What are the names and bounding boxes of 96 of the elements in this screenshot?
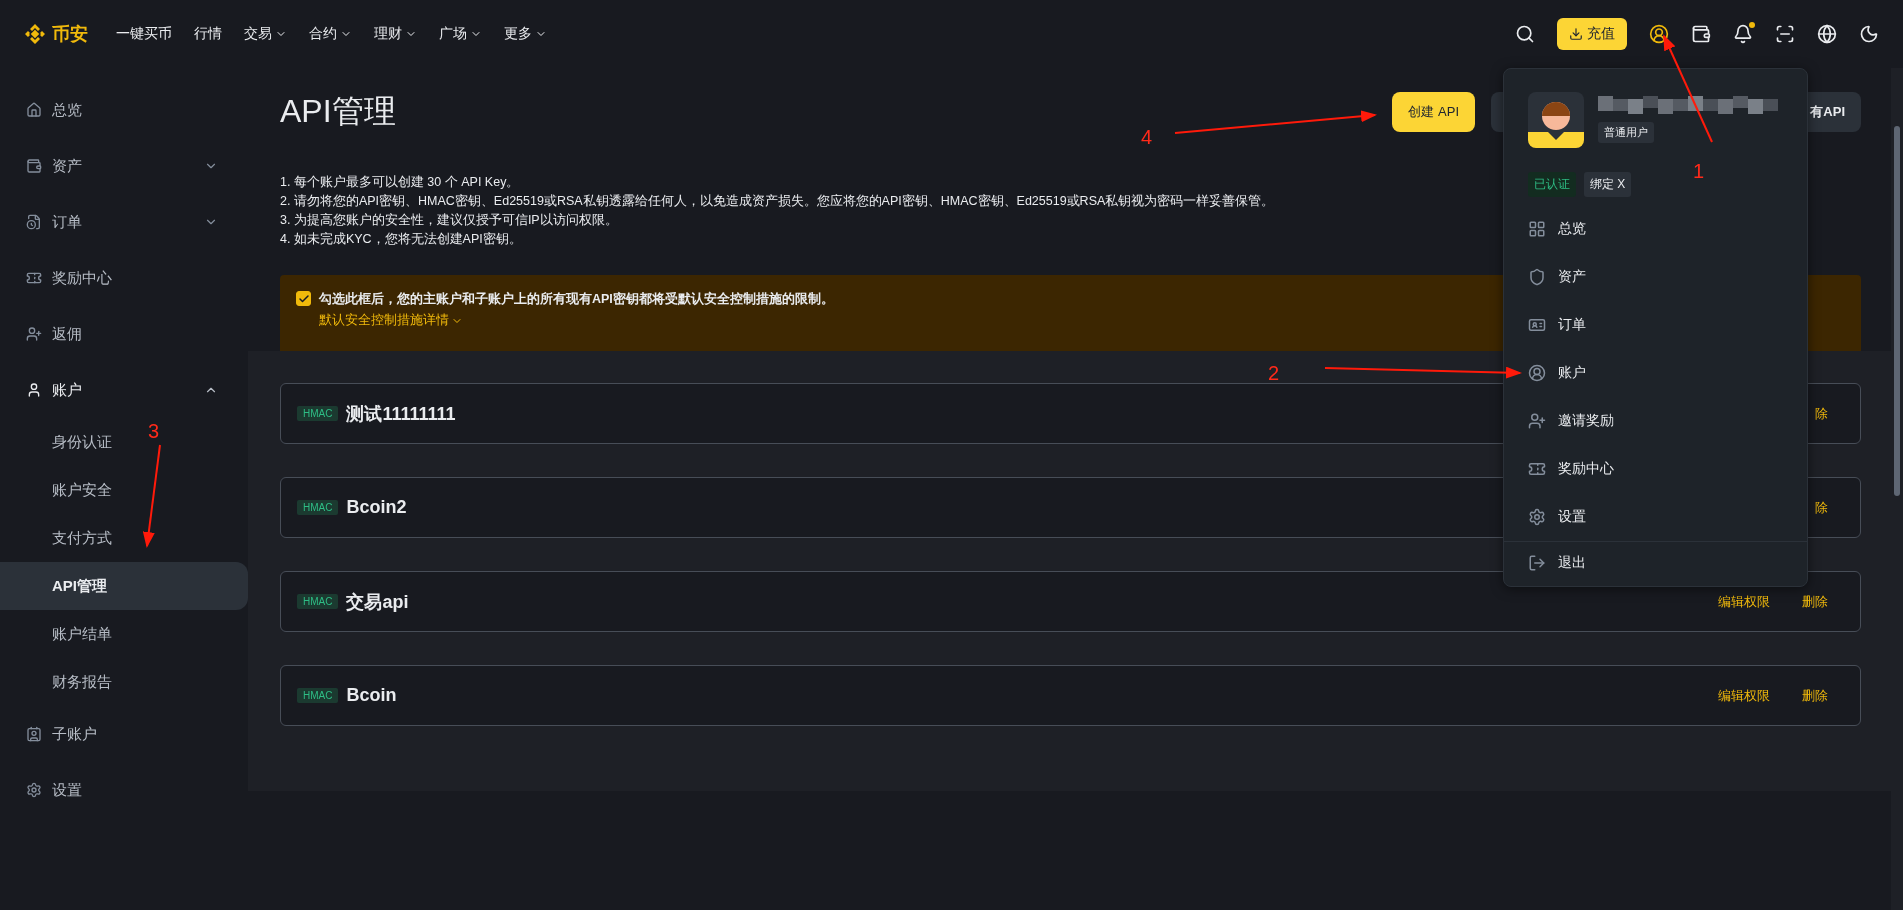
warning-text: 勾选此框后，您的主账户和子账户上的所有现有API密钥都将受默认安全控制措施的限制。	[319, 291, 834, 308]
nav-item[interactable]: 合约	[309, 25, 352, 43]
scan-icon[interactable]	[1775, 24, 1795, 44]
annotation-number: 1	[1693, 160, 1705, 183]
sidebar-item[interactable]: 订单	[0, 194, 248, 250]
note-text: 4. 如未完成KYC，您将无法创建API密钥。	[280, 231, 522, 247]
sidebar-subitem[interactable]: 账户结单	[0, 610, 112, 658]
sidebar-label: 子账户	[52, 724, 98, 744]
annotation-number: 2	[1268, 362, 1280, 385]
sidebar-item[interactable]: 设置	[0, 762, 248, 818]
sidebar-icon	[26, 726, 42, 742]
action-link[interactable]: 除	[1815, 404, 1828, 423]
menu-item[interactable]: 设置	[1504, 493, 1807, 541]
sidebar-icon	[26, 326, 42, 342]
api-key-name: Bcoin2	[346, 497, 407, 518]
menu-item[interactable]: 账户	[1504, 349, 1807, 397]
logo-icon	[24, 23, 46, 45]
sidebar-subitem[interactable]: 财务报告	[0, 658, 112, 706]
nav-item[interactable]: 一键买币	[116, 25, 172, 43]
sidebar-label: 资产	[52, 156, 83, 176]
role-badge: 普通用户	[1598, 122, 1654, 143]
menu-icon	[1528, 316, 1546, 334]
sidebar-label: 总览	[52, 100, 83, 120]
sidebar-subitem[interactable]: 账户安全	[0, 466, 112, 514]
menu-icon	[1528, 460, 1546, 478]
sidebar-icon	[26, 214, 42, 230]
menu-icon	[1528, 364, 1546, 382]
download-icon	[1569, 27, 1583, 41]
details-link[interactable]: 默认安全控制措施详情	[319, 312, 463, 329]
note-text: 3. 为提高您账户的安全性，建议仅授予可信IP以访问权限。	[280, 212, 618, 228]
menu-icon	[1528, 508, 1546, 526]
user-icon[interactable]	[1649, 24, 1669, 44]
globe-icon[interactable]	[1817, 24, 1837, 44]
sidebar-subitem[interactable]: API管理	[0, 562, 248, 610]
nav-item[interactable]: 交易	[244, 25, 287, 43]
menu-item[interactable]: 邀请奖励	[1504, 397, 1807, 445]
checkbox[interactable]	[296, 291, 311, 306]
logo-text: 币安	[52, 23, 88, 46]
action-link[interactable]: 删除	[1802, 686, 1828, 705]
scrollbar[interactable]	[1891, 68, 1903, 910]
menu-item[interactable]: 总览	[1504, 205, 1807, 253]
sidebar-item[interactable]: 账户	[0, 362, 248, 418]
menu-icon	[1528, 220, 1546, 238]
sidebar-item[interactable]: 总览	[0, 82, 248, 138]
moon-icon[interactable]	[1859, 24, 1879, 44]
action-link[interactable]: 编辑权限	[1718, 592, 1770, 611]
type-tag: HMAC	[297, 594, 339, 609]
api-key-name: Bcoin	[346, 685, 397, 706]
page-title: API管理	[280, 92, 396, 131]
sidebar-label: 返佣	[52, 324, 83, 344]
search-icon[interactable]	[1515, 24, 1535, 44]
annotation-number: 3	[148, 420, 160, 443]
note-text: 1. 每个账户最多可以创建 30 个 API Key。	[280, 174, 520, 190]
nav-item[interactable]: 理财	[374, 25, 417, 43]
action-link[interactable]: 删除	[1802, 592, 1828, 611]
sidebar-item[interactable]: 返佣	[0, 306, 248, 362]
sidebar-label: 设置	[52, 780, 83, 800]
sidebar-icon	[26, 158, 42, 174]
create-api-button[interactable]: 创建 API	[1392, 92, 1475, 132]
logout-icon	[1528, 554, 1546, 572]
type-tag: HMAC	[297, 406, 339, 421]
nav-item[interactable]: 广场	[439, 25, 482, 43]
menu-item[interactable]: 奖励中心	[1504, 445, 1807, 493]
sidebar-icon	[26, 382, 42, 398]
sidebar-icon	[26, 102, 42, 118]
sidebar-item[interactable]: 资产	[0, 138, 248, 194]
avatar-drawing	[1528, 92, 1584, 148]
menu-icon	[1528, 412, 1546, 430]
action-link[interactable]: 编辑权限	[1718, 686, 1770, 705]
nav-item[interactable]: 行情	[194, 25, 222, 43]
sidebar-icon	[26, 782, 42, 798]
action-link[interactable]: 除	[1815, 498, 1828, 517]
sidebar-label: 账户	[52, 380, 83, 400]
sidebar-subitem[interactable]: 支付方式	[0, 514, 112, 562]
annotation-number: 4	[1141, 126, 1153, 149]
sidebar-item[interactable]: 子账户	[0, 706, 248, 762]
sidebar-label: 订单	[52, 212, 83, 232]
menu-item[interactable]: 资产	[1504, 253, 1807, 301]
sidebar-subitem[interactable]: 身份认证	[0, 418, 112, 466]
deposit-button[interactable]: 充值	[1557, 18, 1627, 50]
sidebar-item[interactable]: 奖励中心	[0, 250, 248, 306]
nav-item[interactable]: 更多	[504, 25, 547, 43]
sidebar-label: 奖励中心	[52, 268, 113, 288]
verified-badge: 已认证	[1528, 172, 1576, 197]
bell-icon[interactable]	[1733, 24, 1753, 44]
type-tag: HMAC	[297, 500, 339, 515]
api-key-name: 交易api	[346, 590, 409, 614]
type-tag: HMAC	[297, 688, 339, 703]
menu-item[interactable]: 订单	[1504, 301, 1807, 349]
logout-item[interactable]: 退出	[1504, 542, 1807, 584]
api-key-name: 测试11111111	[346, 402, 456, 426]
note-text: 2. 请勿将您的API密钥、HMAC密钥、Ed25519或RSA私钥透露给任何人，以免造成资产损失。您应将您的API密钥、HMAC密钥、Ed25519或RSA私钥视为密码一样妥善保管。	[280, 193, 1275, 209]
sidebar-icon	[26, 270, 42, 286]
menu-icon	[1528, 268, 1546, 286]
wallet-icon[interactable]	[1691, 24, 1711, 44]
bind-badge: 绑定 X	[1584, 172, 1632, 197]
